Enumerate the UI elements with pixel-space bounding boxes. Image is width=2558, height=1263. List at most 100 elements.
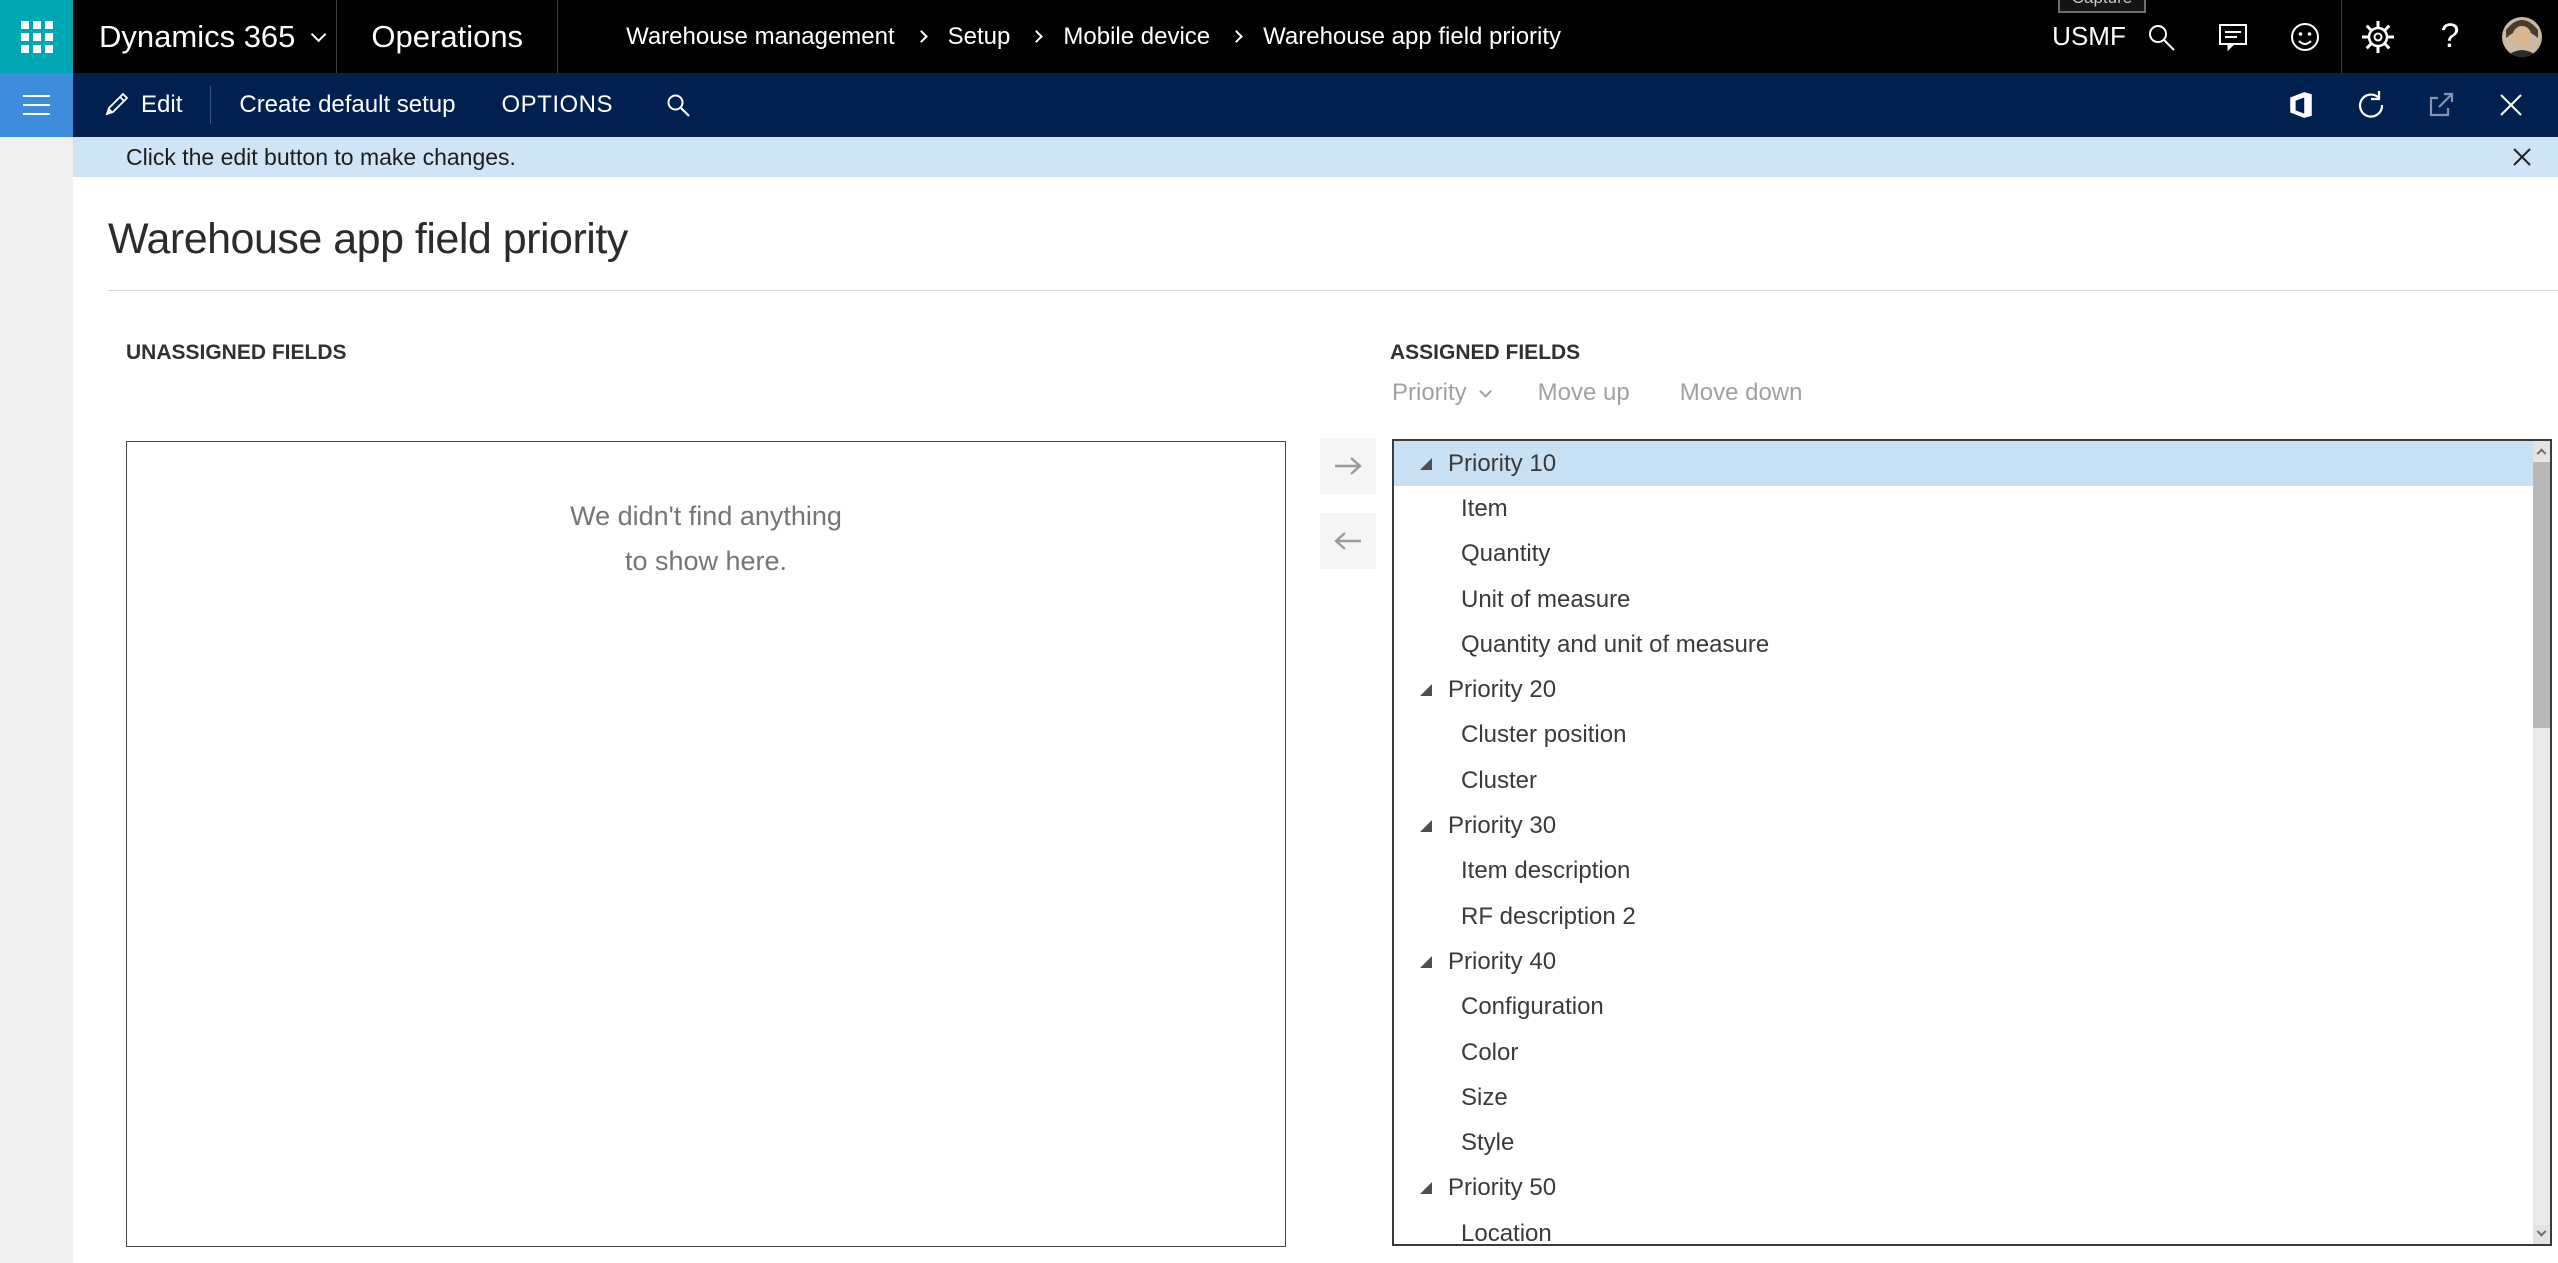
divider — [557, 0, 558, 73]
tree-row[interactable]: Style — [1394, 1120, 2533, 1165]
office-icon — [2287, 91, 2315, 119]
close-icon — [2498, 92, 2524, 118]
tree-row[interactable]: Color — [1394, 1030, 2533, 1075]
tree-expander-icon[interactable] — [1420, 956, 1432, 968]
breadcrumb-setup[interactable]: Setup — [948, 23, 1011, 51]
message-bar: Click the edit button to make changes. — [73, 137, 2558, 177]
tree-row[interactable]: Priority 10 — [1394, 441, 2533, 486]
close-icon — [2512, 147, 2532, 167]
tree-expander-icon[interactable] — [1420, 458, 1432, 470]
create-default-setup-button[interactable]: Create default setup — [233, 73, 461, 137]
refresh-icon — [2356, 90, 2386, 120]
move-down-button[interactable]: Move down — [1680, 379, 1803, 407]
chevron-right-icon — [1031, 30, 1044, 43]
tree-row[interactable]: RF description 2 — [1394, 894, 2533, 939]
tree-row-label: Quantity — [1461, 540, 1550, 568]
avatar — [2501, 16, 2543, 58]
divider — [210, 86, 211, 124]
refresh-button[interactable] — [2336, 73, 2406, 137]
priority-dropdown-button[interactable]: Priority — [1392, 379, 1488, 407]
tree-row[interactable]: Unit of measure — [1394, 577, 2533, 622]
scrollbar[interactable] — [2533, 441, 2550, 1244]
tree-row[interactable]: Priority 30 — [1394, 803, 2533, 848]
breadcrumb-page[interactable]: Warehouse app field priority — [1263, 23, 1561, 51]
app-name-button[interactable]: Operations — [337, 0, 557, 73]
app-launcher-button[interactable] — [0, 0, 73, 73]
tree-row-label: Priority 10 — [1448, 450, 1556, 478]
tree-row-label: Size — [1461, 1084, 1508, 1112]
scroll-down-icon — [2537, 1227, 2547, 1237]
tree-row-label: Item — [1461, 495, 1508, 523]
tree-row-label: Color — [1461, 1039, 1518, 1067]
collapsed-nav-rail[interactable] — [0, 137, 73, 1263]
tree-row[interactable]: Configuration — [1394, 985, 2533, 1030]
assigned-fields-list[interactable]: Priority 10 Item Quantity Unit of measure Qu… — [1392, 439, 2552, 1246]
capture-tooltip: Capture — [2058, 0, 2146, 13]
breadcrumb-mobile-device[interactable]: Mobile device — [1063, 23, 1210, 51]
tree-row[interactable]: Priority 40 — [1394, 939, 2533, 984]
chevron-right-icon — [1230, 30, 1243, 43]
tree-row[interactable]: Quantity and unit of measure — [1394, 622, 2533, 667]
tree-row[interactable]: Quantity — [1394, 532, 2533, 577]
tree-row[interactable]: Item description — [1394, 849, 2533, 894]
assigned-fields-header: ASSIGNED FIELDS — [1390, 341, 1580, 365]
edit-label: Edit — [141, 91, 182, 119]
move-left-arrow-icon — [1332, 527, 1364, 555]
help-button[interactable]: ? — [2414, 0, 2486, 73]
settings-gear-icon — [2361, 20, 2395, 54]
feedback-button[interactable] — [2197, 0, 2269, 73]
tree-row[interactable]: Location — [1394, 1211, 2533, 1246]
tree-expander-icon[interactable] — [1420, 1182, 1432, 1194]
tree-row-label: RF description 2 — [1461, 903, 1636, 931]
chevron-right-icon — [915, 30, 928, 43]
product-menu-button[interactable]: Dynamics 365 — [73, 0, 336, 73]
edit-pencil-icon — [103, 92, 129, 118]
page-title: Warehouse app field priority — [108, 215, 628, 264]
open-in-new-window-button[interactable] — [2406, 73, 2476, 137]
breadcrumb-module[interactable]: Warehouse management — [626, 23, 895, 51]
tree-row[interactable]: Priority 50 — [1394, 1166, 2533, 1211]
scroll-up-button[interactable] — [2533, 441, 2550, 460]
empty-state-message: We didn't find anything to show here. — [127, 494, 1285, 584]
tree-row-label: Priority 30 — [1448, 812, 1556, 840]
nav-pane-toggle-button[interactable] — [0, 73, 73, 137]
settings-button[interactable] — [2342, 0, 2414, 73]
tree-row-label: Item description — [1461, 857, 1630, 885]
user-menu-button[interactable] — [2486, 0, 2558, 73]
tree-expander-icon[interactable] — [1420, 684, 1432, 696]
options-tab[interactable]: OPTIONS — [496, 73, 620, 137]
tree-row[interactable]: Item — [1394, 486, 2533, 531]
assign-field-button[interactable] — [1320, 438, 1376, 494]
chevron-down-icon — [1479, 385, 1492, 398]
action-search-button[interactable] — [659, 73, 697, 137]
feedback-icon — [2217, 22, 2249, 52]
options-label: OPTIONS — [502, 91, 614, 119]
tree-row[interactable]: Cluster — [1394, 758, 2533, 803]
help-icon: ? — [2441, 17, 2460, 56]
tree-row[interactable]: Cluster position — [1394, 713, 2533, 758]
unassign-field-button[interactable] — [1320, 513, 1376, 569]
scroll-down-button[interactable] — [2533, 1225, 2550, 1244]
smiley-icon — [2289, 21, 2321, 53]
scrollbar-thumb[interactable] — [2533, 462, 2550, 728]
assigned-fields-tree: Priority 10 Item Quantity Unit of measure Qu… — [1394, 441, 2533, 1246]
tree-row-label: Quantity and unit of measure — [1461, 631, 1769, 659]
close-page-button[interactable] — [2476, 73, 2546, 137]
top-navigation-bar: Dynamics 365 Operations Warehouse manage… — [0, 0, 2558, 73]
tree-row[interactable]: Priority 20 — [1394, 667, 2533, 712]
divider — [108, 290, 2558, 291]
edit-button[interactable]: Edit — [97, 73, 188, 137]
tree-row[interactable]: Size — [1394, 1075, 2533, 1120]
sentiment-button[interactable] — [2269, 0, 2341, 73]
search-icon — [2146, 22, 2176, 52]
unassigned-fields-header: UNASSIGNED FIELDS — [126, 341, 347, 365]
page-content: Warehouse app field priority UNASSIGNED … — [73, 177, 2558, 1263]
office-button[interactable] — [2266, 73, 2336, 137]
unassigned-fields-list[interactable]: We didn't find anything to show here. — [126, 441, 1286, 1247]
chevron-down-icon — [311, 27, 327, 43]
tree-row-label: Cluster position — [1461, 721, 1626, 749]
tree-expander-icon[interactable] — [1420, 820, 1432, 832]
message-bar-close-button[interactable] — [2502, 137, 2542, 177]
move-up-button[interactable]: Move up — [1538, 379, 1630, 407]
action-pane: Edit Create default setup OPTIONS — [0, 73, 2558, 137]
